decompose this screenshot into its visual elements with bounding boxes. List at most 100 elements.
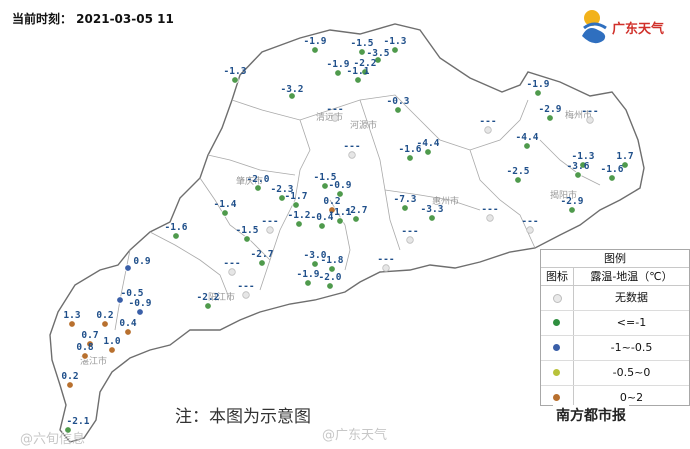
station-marker: [514, 176, 522, 184]
map-note: 注：本图为示意图: [175, 407, 311, 427]
station-marker: [204, 302, 212, 310]
station-value-label: -0.9: [129, 298, 152, 309]
station-marker: [546, 114, 554, 122]
station-value-label: -1.9: [527, 79, 550, 90]
station-marker: [136, 308, 144, 316]
station-marker: [382, 264, 390, 272]
legend-header-label: 露温-地温（℃）: [590, 270, 673, 283]
station-value-label: -4.4: [516, 132, 539, 143]
station-value-label: 1.3: [63, 310, 80, 321]
station-marker: [318, 222, 326, 230]
station-no-data-label: ---: [261, 216, 278, 227]
station-marker: [428, 214, 436, 222]
station-marker: [486, 214, 494, 222]
brand-name: 广东天气: [612, 22, 665, 37]
station-no-data-label: ---: [581, 106, 598, 117]
station-marker: [608, 174, 616, 182]
station-marker: [401, 204, 409, 212]
station-marker: [231, 76, 239, 84]
station-marker: [304, 279, 312, 287]
station-marker: [406, 236, 414, 244]
station-value-label: -1.8: [321, 255, 344, 266]
station-no-data-label: ---: [479, 116, 496, 127]
station-marker: [568, 206, 576, 214]
station-marker: [81, 352, 89, 360]
sun-cloud-logo-icon: [582, 10, 607, 44]
station-marker: [108, 346, 116, 354]
watermark-weather: @广东天气: [322, 428, 388, 443]
station-marker: [484, 126, 492, 134]
station-no-data-label: ---: [326, 104, 343, 115]
legend-box: 图例 图标 露温-地温（℃） 无数据 <=-1 -1~-0.5 -0.5~0 0…: [540, 249, 690, 410]
brand-logo: 广东天气: [578, 6, 688, 48]
legend-swatch-minus1-minus05: [553, 344, 560, 351]
station-value-label: -1.5: [236, 225, 259, 236]
legend-label: -0.5~0: [612, 366, 651, 379]
legend-label: -1~-0.5: [610, 341, 653, 354]
station-marker: [331, 114, 339, 122]
station-value-label: -2.2: [197, 292, 220, 303]
station-value-label: -1.2: [288, 210, 311, 221]
station-marker: [424, 148, 432, 156]
station-no-data-label: ---: [481, 204, 498, 215]
station-marker: [326, 282, 334, 290]
station-no-data-label: ---: [377, 254, 394, 265]
station-marker: [172, 232, 180, 240]
station-marker: [228, 268, 236, 276]
station-value-label: 1.7: [616, 151, 633, 162]
station-marker: [292, 201, 300, 209]
publisher-label: 南方都市报: [553, 405, 629, 425]
station-marker: [348, 151, 356, 159]
station-value-label: -2.5: [507, 166, 530, 177]
city-name-label: 河源市: [350, 119, 377, 131]
station-marker: [242, 291, 250, 299]
station-marker: [336, 217, 344, 225]
station-value-label: 0.2: [323, 196, 340, 207]
station-value-label: 0.8: [76, 342, 93, 353]
station-marker: [66, 381, 74, 389]
legend-header: 图标 露温-地温（℃）: [541, 268, 689, 286]
station-marker: [101, 320, 109, 328]
station-value-label: -1.9: [304, 36, 327, 47]
legend-header-symbol: 图标: [541, 268, 574, 285]
station-marker: [321, 182, 329, 190]
station-value-label: -0.9: [329, 180, 352, 191]
legend-swatch-no-data: [553, 294, 562, 303]
station-no-data-label: ---: [401, 226, 418, 237]
station-value-label: -0.3: [387, 96, 410, 107]
station-marker: [523, 142, 531, 150]
station-marker: [526, 226, 534, 234]
station-value-label: -2.1: [67, 416, 90, 427]
station-marker: [295, 220, 303, 228]
station-value-label: 0.4: [119, 318, 136, 329]
legend-swatch-0-2: [553, 394, 560, 401]
legend-swatch-minus05-0: [553, 369, 560, 376]
station-value-label: -7.3: [394, 194, 417, 205]
station-marker: [243, 235, 251, 243]
station-marker: [334, 69, 342, 77]
legend-row-minus05-0: -0.5~0: [541, 361, 689, 386]
station-value-label: -1.6: [165, 222, 188, 233]
station-marker: [406, 154, 414, 162]
station-marker: [352, 215, 360, 223]
legend-row-minus1-minus05: -1~-0.5: [541, 336, 689, 361]
station-marker: [266, 226, 274, 234]
legend-label: 无数据: [615, 291, 648, 304]
legend-title: 图例: [541, 250, 689, 268]
station-value-label: -3.3: [421, 204, 444, 215]
station-value-label: 0.2: [61, 371, 78, 382]
station-value-label: -1.7: [285, 191, 308, 202]
station-no-data-label: ---: [521, 216, 538, 227]
watermark-info: @六旬信息: [20, 432, 86, 447]
legend-label: <=-1: [616, 316, 647, 329]
station-marker: [311, 46, 319, 54]
station-marker: [586, 116, 594, 124]
station-marker: [391, 46, 399, 54]
station-value-label: -1.3: [224, 66, 247, 77]
station-value-label: -1.6: [601, 164, 624, 175]
timestamp: 当前时刻： 2021-03-05 11: [12, 12, 174, 26]
station-marker: [124, 328, 132, 336]
station-marker: [258, 259, 266, 267]
station-value-label: -2.0: [247, 174, 270, 185]
station-value-label: -1.9: [297, 269, 320, 280]
